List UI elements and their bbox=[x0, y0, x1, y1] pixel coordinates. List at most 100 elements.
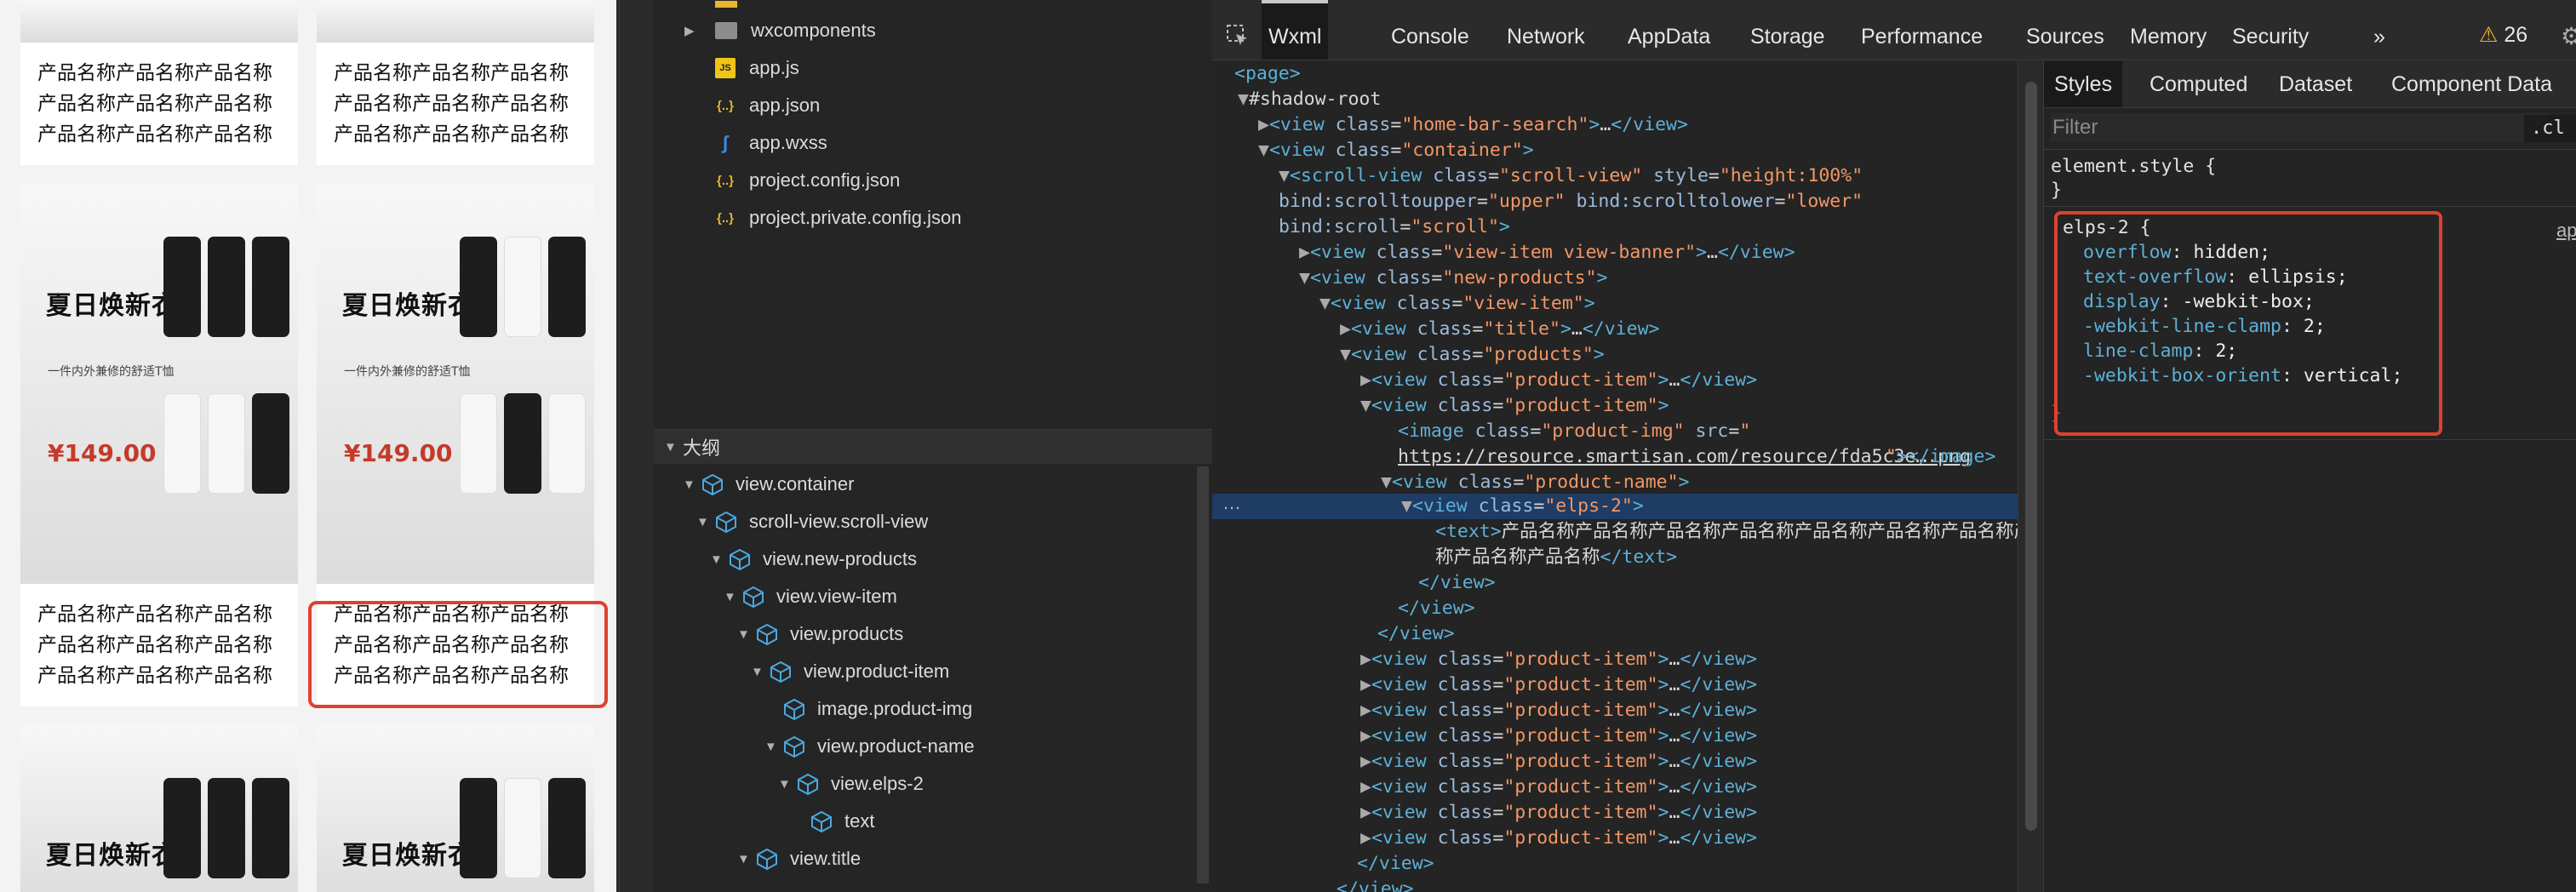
style-source-link[interactable]: app bbox=[2556, 220, 2576, 242]
chevron-right-icon[interactable]: ▶ bbox=[684, 23, 703, 38]
dom-node[interactable]: ▶<view class="product-item">…</view> bbox=[1360, 723, 1757, 749]
dom-node[interactable]: ▶<view class="product-item">…</view> bbox=[1360, 800, 1757, 826]
dom-node[interactable]: ▶<view class="product-item">…</view> bbox=[1360, 672, 1757, 698]
warning-counter[interactable]: ⚠ 26 bbox=[2479, 22, 2527, 48]
dom-node[interactable]: ▼<view class="view-item"> bbox=[1319, 291, 1595, 317]
outline-item[interactable]: ▼ view.new-products bbox=[710, 540, 917, 578]
dom-node[interactable]: ▼<view class="product-item"> bbox=[1360, 393, 1669, 419]
outline-item[interactable]: ▼ view.title bbox=[737, 840, 861, 878]
gear-icon[interactable]: ⚙ bbox=[2561, 22, 2576, 50]
tab-computed[interactable]: Computed bbox=[2139, 61, 2258, 107]
outline-header[interactable]: ▼ 大纲 bbox=[654, 429, 1212, 464]
outline-item[interactable]: ▼ view.product-name bbox=[764, 728, 975, 765]
file-tree-item-app-json[interactable]: {..} app.json bbox=[715, 87, 820, 124]
dom-node[interactable]: ▼<view class="new-products"> bbox=[1299, 266, 1608, 291]
tab-wxml[interactable]: Wxml bbox=[1262, 0, 1329, 60]
outline-item[interactable]: ▼ view.product-item bbox=[751, 653, 949, 690]
dom-node[interactable]: ▼<scroll-view class="scroll-view" style=… bbox=[1279, 163, 1863, 189]
chevron-down-icon[interactable]: ▼ bbox=[737, 627, 756, 642]
product-card[interactable]: 产品名称产品名称产品名称产品名称产品名称产品名称产品名称产品名称产品名称产品名称 bbox=[317, 0, 594, 165]
file-tree-item-project-config[interactable]: {..} project.config.json bbox=[715, 162, 900, 199]
inspect-element-icon[interactable] bbox=[1226, 24, 1250, 48]
outline-item[interactable]: ▼ view.elps-2 bbox=[778, 765, 924, 803]
pane-divider[interactable] bbox=[619, 0, 654, 892]
node-icon bbox=[730, 549, 750, 570]
dom-node[interactable]: ▶<view class="product-item">…</view> bbox=[1360, 775, 1757, 800]
dom-node-tail: "></image> bbox=[1886, 446, 1996, 467]
dom-node[interactable]: ▼<view class="product-name"> bbox=[1381, 470, 1690, 495]
styles-filter-input[interactable] bbox=[2051, 113, 2548, 142]
outline-title-row[interactable]: ▼ 大纲 bbox=[664, 428, 720, 466]
dom-node[interactable]: ▼#shadow-root bbox=[1238, 87, 1381, 112]
dom-node[interactable]: ▶<view class="home-bar-search">…</view> bbox=[1258, 112, 1688, 138]
node-actions-button[interactable]: … bbox=[1222, 492, 1241, 514]
outline-item[interactable]: ▼ view.container bbox=[683, 466, 854, 503]
chevron-down-icon[interactable]: ▼ bbox=[664, 440, 683, 455]
chevron-down-icon[interactable]: ▼ bbox=[751, 665, 770, 679]
file-tree-item-app-wxss[interactable]: ∫ app.wxss bbox=[715, 124, 827, 162]
tab-network[interactable]: Network bbox=[1500, 0, 1592, 60]
outline-item[interactable]: ▼ scroll-view.scroll-view bbox=[696, 503, 928, 540]
outline-item[interactable]: text bbox=[810, 803, 874, 840]
dom-node[interactable]: <text>产品名称产品名称产品名称产品名称产品名称产品名称产品名称产品名称 bbox=[1435, 519, 2018, 545]
dom-node[interactable]: ▶<view class="product-item">…</view> bbox=[1360, 647, 1757, 672]
product-image bbox=[20, 0, 298, 43]
product-card[interactable]: 产品名称产品名称产品名称产品名称产品名称产品名称产品名称产品名称产品名称产品名称 bbox=[20, 0, 298, 165]
chevron-down-icon[interactable]: ▼ bbox=[737, 852, 756, 866]
dom-node[interactable]: <page> bbox=[1234, 61, 1301, 87]
tshirt-image bbox=[504, 778, 541, 878]
outline-item[interactable]: ▼ view.view-item bbox=[724, 578, 897, 615]
tshirt-image bbox=[460, 237, 497, 337]
tshirt-image bbox=[252, 778, 289, 878]
dom-node[interactable]: ▶<view class="product-item">…</view> bbox=[1360, 826, 1757, 851]
tab-appdata[interactable]: AppData bbox=[1621, 0, 1717, 60]
file-tree-item-wxcomponents[interactable]: ▶ wxcomponents bbox=[684, 12, 876, 49]
tab-dataset[interactable]: Dataset bbox=[2269, 61, 2362, 107]
outline-scrollbar[interactable] bbox=[1197, 466, 1209, 883]
tab-console[interactable]: Console bbox=[1384, 0, 1476, 60]
outline-item[interactable]: image.product-img bbox=[783, 690, 972, 728]
dom-node-tail: 称产品名称产品名称</text> bbox=[1435, 546, 1678, 568]
dom-node[interactable]: ▶<view class="view-item view-banner">…</… bbox=[1299, 240, 1795, 266]
dom-node[interactable]: ▶<view class="product-item">…</view> bbox=[1360, 749, 1757, 775]
more-tabs-button[interactable]: » bbox=[2367, 0, 2392, 60]
dom-node[interactable]: ▶<view class="product-item">…</view> bbox=[1360, 368, 1757, 393]
chevron-down-icon[interactable]: ▼ bbox=[764, 740, 783, 754]
dom-node[interactable]: ▶<view class="product-item">…</view> bbox=[1360, 698, 1757, 723]
wxml-scrollbar[interactable] bbox=[2018, 61, 2044, 892]
product-image bbox=[317, 0, 594, 43]
tab-memory[interactable]: Memory bbox=[2123, 0, 2213, 60]
dom-node[interactable]: <image class="product-img" src=" https://… bbox=[1398, 419, 1971, 467]
wxss-file-icon: ∫ bbox=[722, 132, 729, 153]
product-card[interactable]: 夏日焕新衣 bbox=[317, 725, 594, 892]
class-toggle-button[interactable]: .cl bbox=[2524, 115, 2576, 142]
file-tree-item-project-private-config[interactable]: {..} project.private.config.json bbox=[715, 199, 961, 237]
chevron-down-icon[interactable]: ▼ bbox=[724, 590, 742, 604]
dom-node[interactable]: ▶<view class="title">…</view> bbox=[1340, 317, 1659, 342]
tab-styles[interactable]: Styles bbox=[2044, 61, 2123, 107]
chevron-down-icon[interactable]: ▼ bbox=[696, 515, 715, 529]
chevron-down-icon[interactable]: ▼ bbox=[683, 477, 701, 492]
outline-item[interactable]: ▼ view.products bbox=[737, 615, 903, 653]
chevron-down-icon[interactable]: ▼ bbox=[778, 777, 797, 792]
dom-node[interactable]: ▼<view class="products"> bbox=[1340, 342, 1605, 368]
tab-performance[interactable]: Performance bbox=[1854, 0, 1989, 60]
element-style-rule[interactable]: element.style { bbox=[2051, 155, 2216, 179]
product-card[interactable]: 夏日焕新衣 一件内外兼修的舒适T恤 ¥149.00 产品名称产品名称产品名称产品… bbox=[20, 184, 298, 706]
chevron-down-icon[interactable]: ▼ bbox=[710, 552, 729, 567]
product-card[interactable]: 夏日焕新衣 bbox=[20, 725, 298, 892]
tab-security[interactable]: Security bbox=[2225, 0, 2316, 60]
dom-node[interactable]: ▼<view class="container"> bbox=[1258, 138, 1534, 163]
tab-sources[interactable]: Sources bbox=[2019, 0, 2111, 60]
tab-component-data[interactable]: Component Data bbox=[2381, 61, 2562, 107]
file-tree-item-app-js[interactable]: JS app.js bbox=[715, 49, 799, 87]
tab-storage[interactable]: Storage bbox=[1743, 0, 1832, 60]
dom-node-selected[interactable]: ▼<view class="elps-2"> bbox=[1401, 494, 1644, 519]
scrollbar-thumb[interactable] bbox=[2025, 82, 2037, 831]
node-icon bbox=[798, 774, 818, 795]
promo-title: 夏日焕新衣 bbox=[46, 291, 178, 321]
tshirt-image bbox=[208, 237, 245, 337]
outline-label: view.product-name bbox=[817, 735, 975, 757]
dom-node-close: </view> bbox=[1418, 570, 1496, 596]
dom-tag: </view> bbox=[1357, 853, 1434, 874]
